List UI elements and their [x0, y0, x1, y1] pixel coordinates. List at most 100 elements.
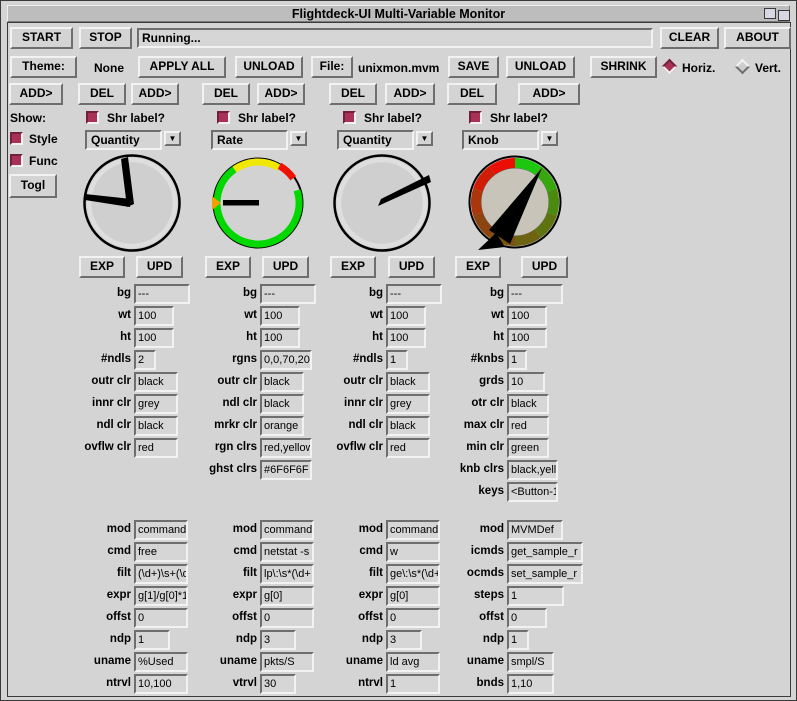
widget-type-select-3[interactable]: Quantity	[337, 130, 414, 150]
exp-button-3[interactable]: EXP	[330, 256, 376, 278]
param-input-min-clr[interactable]: green	[507, 438, 549, 458]
param-input-knb-clrs[interactable]: black,yellow	[507, 460, 558, 480]
gauge-quantity-2[interactable]	[335, 156, 432, 251]
clear-button[interactable]: CLEAR	[660, 27, 719, 49]
param-input-wt[interactable]: 100	[386, 306, 426, 326]
param-input--ndls[interactable]: 2	[134, 350, 156, 370]
param-input-innr-clr[interactable]: grey	[386, 394, 430, 414]
param-input-ht[interactable]: 100	[507, 328, 547, 348]
unload-theme-button[interactable]: UNLOAD	[235, 56, 303, 78]
param-input-bnds[interactable]: 1,10	[507, 674, 554, 694]
param-input-wt[interactable]: 100	[134, 306, 174, 326]
param-input-ndl-clr[interactable]: black	[134, 416, 178, 436]
param-input-mod[interactable]: command	[134, 520, 188, 540]
window-minimize-icon[interactable]	[764, 8, 776, 19]
chevron-down-icon[interactable]: ▼	[541, 131, 558, 146]
param-input-ovflw-clr[interactable]: red	[386, 438, 430, 458]
param-input-uname[interactable]: smpl/S	[507, 652, 554, 672]
unload-file-button[interactable]: UNLOAD	[506, 56, 575, 78]
param-input-ht[interactable]: 100	[260, 328, 300, 348]
param-input-rgn-clrs[interactable]: red,yellow	[260, 438, 312, 458]
param-input-wt[interactable]: 100	[260, 306, 300, 326]
param-input-ntrvl[interactable]: 10,100	[134, 674, 188, 694]
param-input-ndp[interactable]: 3	[260, 630, 296, 650]
param-input-ocmds[interactable]: set_sample_r	[507, 564, 583, 584]
add-button-2[interactable]: ADD>	[131, 83, 179, 105]
del-button-3[interactable]: DEL	[329, 83, 377, 105]
param-input-ndl-clr[interactable]: black	[260, 394, 304, 414]
theme-button[interactable]: Theme:	[10, 56, 77, 78]
style-checkbox[interactable]	[10, 132, 23, 145]
param-input-grds[interactable]: 10	[507, 372, 545, 392]
add-button-3[interactable]: ADD>	[257, 83, 305, 105]
param-input-outr-clr[interactable]: black	[386, 372, 430, 392]
param-input-offst[interactable]: 0	[507, 608, 547, 628]
param-input-icmds[interactable]: get_sample_r	[507, 542, 583, 562]
title-bar[interactable]: Flightdeck-UI Multi-Variable Monitor	[7, 5, 790, 22]
param-input-rgns[interactable]: 0,0,70,20	[260, 350, 312, 370]
param-input-expr[interactable]: g[0]	[260, 586, 314, 606]
param-input-max-clr[interactable]: red	[507, 416, 549, 436]
param-input-ht[interactable]: 100	[386, 328, 426, 348]
chevron-down-icon[interactable]: ▼	[290, 131, 307, 146]
about-button[interactable]: ABOUT	[724, 27, 791, 49]
param-input-mod[interactable]: command	[260, 520, 314, 540]
param-input-ndp[interactable]: 3	[386, 630, 422, 650]
param-input-ghst-clrs[interactable]: #6F6F6F	[260, 460, 312, 480]
exp-button-4[interactable]: EXP	[455, 256, 501, 278]
param-input-ovflw-clr[interactable]: red	[134, 438, 178, 458]
param-input-filt[interactable]: (\d+)\s+(\d+)	[134, 564, 188, 584]
gauge-rate[interactable]	[212, 159, 303, 248]
shr-label-checkbox-3[interactable]	[343, 111, 356, 124]
param-input-bg[interactable]: ---	[507, 284, 563, 304]
upd-button-4[interactable]: UPD	[521, 256, 568, 278]
shrink-button[interactable]: SHRINK	[590, 56, 657, 78]
widget-type-select-2[interactable]: Rate	[211, 130, 288, 150]
param-input-expr[interactable]: g[1]/g[0]*100	[134, 586, 188, 606]
chevron-down-icon[interactable]: ▼	[164, 131, 181, 146]
param-input-ht[interactable]: 100	[134, 328, 174, 348]
upd-button-3[interactable]: UPD	[388, 256, 435, 278]
upd-button-1[interactable]: UPD	[136, 256, 183, 278]
gauge-quantity-1[interactable]	[85, 156, 180, 251]
param-input-wt[interactable]: 100	[507, 306, 547, 326]
param-input-outr-clr[interactable]: black	[134, 372, 178, 392]
shr-label-checkbox-2[interactable]	[217, 111, 230, 124]
param-input-vtrvl[interactable]: 30	[260, 674, 296, 694]
upd-button-2[interactable]: UPD	[262, 256, 309, 278]
param-input-uname[interactable]: pkts/S	[260, 652, 314, 672]
param-input-otr-clr[interactable]: black	[507, 394, 549, 414]
widget-type-select-4[interactable]: Knob	[462, 130, 539, 150]
exp-button-2[interactable]: EXP	[205, 256, 251, 278]
widget-type-select-1[interactable]: Quantity	[85, 130, 162, 150]
param-input-mrkr-clr[interactable]: orange	[260, 416, 304, 436]
param-input-ndp[interactable]: 1	[134, 630, 170, 650]
chevron-down-icon[interactable]: ▼	[416, 131, 433, 146]
del-button-1[interactable]: DEL	[78, 83, 126, 105]
param-input-bg[interactable]: ---	[134, 284, 190, 304]
param-input-cmd[interactable]: netstat -s	[260, 542, 314, 562]
del-button-4[interactable]: DEL	[447, 83, 497, 105]
gauge-knob[interactable]	[470, 157, 561, 251]
exp-button-1[interactable]: EXP	[79, 256, 125, 278]
param-input-ndp[interactable]: 1	[507, 630, 529, 650]
add-button-5[interactable]: ADD>	[518, 83, 580, 105]
param-input-mod[interactable]: MVMDef	[507, 520, 563, 540]
shr-label-checkbox-1[interactable]	[86, 111, 99, 124]
param-input-uname[interactable]: %Used	[134, 652, 188, 672]
param-input-outr-clr[interactable]: black	[260, 372, 304, 392]
param-input-filt[interactable]: lp\:\s*(\d+	[260, 564, 314, 584]
del-button-2[interactable]: DEL	[202, 83, 250, 105]
apply-all-button[interactable]: APPLY ALL	[138, 56, 226, 78]
param-input-steps[interactable]: 1	[507, 586, 564, 606]
param-input-keys[interactable]: <Button-1>	[507, 482, 558, 502]
param-input-bg[interactable]: ---	[260, 284, 316, 304]
param-input-cmd[interactable]: free	[134, 542, 188, 562]
stop-button[interactable]: STOP	[79, 27, 132, 49]
start-button[interactable]: START	[10, 27, 73, 49]
add-button-4[interactable]: ADD>	[385, 83, 435, 105]
param-input--knbs[interactable]: 1	[507, 350, 527, 370]
param-input-innr-clr[interactable]: grey	[134, 394, 178, 414]
shr-label-checkbox-4[interactable]	[469, 111, 482, 124]
window-maximize-icon[interactable]	[778, 10, 790, 21]
